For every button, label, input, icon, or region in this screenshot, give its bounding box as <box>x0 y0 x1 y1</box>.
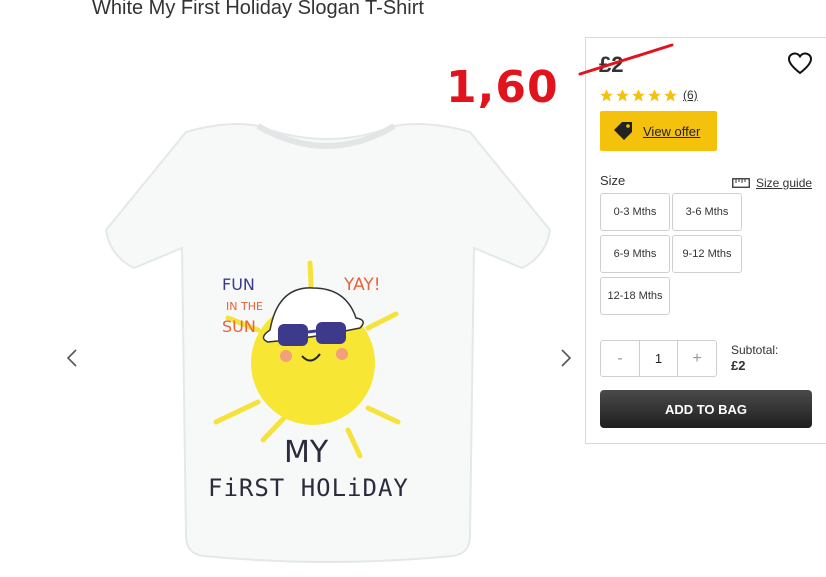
review-count-link[interactable]: (6) <box>683 88 698 102</box>
quantity-decrease-button[interactable]: - <box>601 341 639 376</box>
add-to-bag-button[interactable]: ADD TO BAG <box>600 390 812 428</box>
quantity-increase-button[interactable]: + <box>678 341 716 376</box>
quantity-input[interactable]: 1 <box>639 341 678 376</box>
ruler-icon <box>732 178 750 188</box>
product-rating: (6) <box>599 87 698 103</box>
shirt-text-holiday: FiRST HOLiDAY <box>208 474 409 502</box>
view-offer-button[interactable]: View offer <box>600 111 717 151</box>
wishlist-heart-icon[interactable] <box>787 52 813 76</box>
sunglasses-left <box>278 324 308 346</box>
shirt-text-fun: FUN <box>222 275 255 294</box>
shirt-text-sun: SUN <box>222 317 256 336</box>
annotated-new-price: 1,60 <box>446 62 559 113</box>
carousel-prev-button[interactable] <box>62 343 82 373</box>
size-option-3-6[interactable]: 3-6 Mths <box>672 193 742 231</box>
star-icon <box>600 88 613 101</box>
size-label: Size <box>600 173 626 188</box>
sunglasses-right <box>316 322 346 344</box>
product-title: White My First Holiday Slogan T-Shirt <box>92 0 424 19</box>
quantity-stepper: - 1 + <box>600 340 717 377</box>
view-offer-label: View offer <box>643 123 701 139</box>
shirt-text-yay: YAY! <box>343 275 381 295</box>
subtotal: Subtotal: £2 <box>731 343 778 373</box>
chevron-right-icon <box>561 349 572 367</box>
size-guide-label: Size guide <box>756 176 813 190</box>
tag-icon <box>614 122 632 140</box>
size-option-6-9[interactable]: 6-9 Mths <box>600 235 670 273</box>
star-icon <box>632 88 645 101</box>
star-icon <box>648 88 661 101</box>
subtotal-value: £2 <box>731 358 746 373</box>
size-option-12-18[interactable]: 12-18 Mths <box>600 277 670 315</box>
shirt-text-my: MY <box>284 435 329 470</box>
shirt-text-in-the: IN THE <box>226 300 263 313</box>
product-image: FUN IN THE SUN YAY! MY FiRST HOLiDAY <box>104 123 552 563</box>
chevron-left-icon <box>66 349 77 367</box>
size-guide-link[interactable]: Size guide <box>732 176 812 190</box>
carousel-next-button[interactable] <box>556 343 576 373</box>
product-price: £2 <box>599 52 624 77</box>
size-option-9-12[interactable]: 9-12 Mths <box>672 235 742 273</box>
subtotal-label: Subtotal: <box>731 343 779 357</box>
star-icon <box>616 88 629 101</box>
star-icon <box>664 88 677 101</box>
size-option-0-3[interactable]: 0-3 Mths <box>600 193 670 231</box>
